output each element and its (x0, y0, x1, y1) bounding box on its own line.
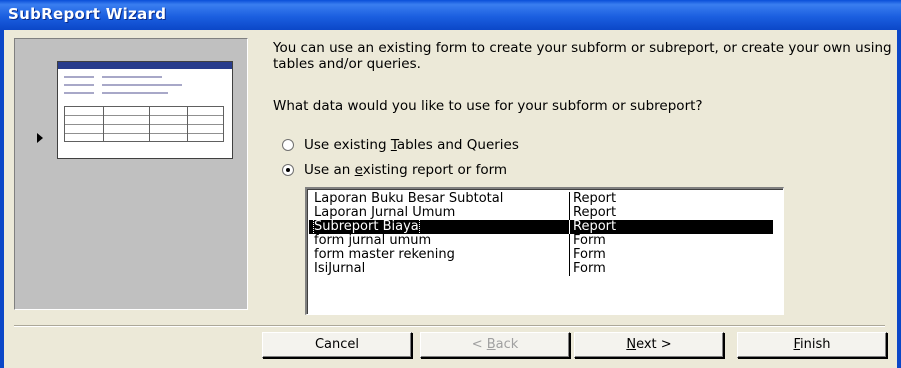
list-item-selected[interactable]: Subreport Biaya Report (309, 219, 773, 235)
list-item[interactable]: Laporan Jurnal Umum Report (309, 206, 773, 220)
preview-line (102, 92, 168, 94)
window-frame-right (897, 30, 901, 368)
radio-label: Use existing Tables and Queries (304, 137, 519, 153)
window-frame-left (0, 30, 4, 368)
preview-line (64, 84, 94, 86)
preview-header-bar (58, 62, 232, 69)
pointer-arrow-icon (37, 133, 43, 143)
preview-line (102, 76, 162, 78)
subreport-preview-icon (57, 61, 233, 159)
window-title: SubReport Wizard (8, 5, 167, 23)
radio-use-tables-queries[interactable]: Use existing Tables and Queries (282, 136, 519, 154)
data-question: What data would you like to use for your… (273, 98, 703, 114)
preview-grid (64, 106, 224, 142)
list-item[interactable]: IsiJurnal Form (309, 262, 773, 276)
back-button[interactable]: < Back (420, 332, 570, 358)
list-item[interactable]: form jurnal umum Form (309, 234, 773, 248)
radio-button-icon[interactable] (282, 139, 294, 151)
title-bar[interactable]: SubReport Wizard (0, 0, 901, 30)
preview-line (64, 76, 94, 78)
radio-label: Use an existing report or form (304, 162, 508, 178)
wizard-preview-panel (14, 38, 248, 310)
finish-button[interactable]: Finish (737, 332, 887, 358)
radio-use-existing-report-form[interactable]: Use an existing report or form (282, 161, 507, 179)
preview-line (102, 84, 182, 86)
list-item[interactable]: Laporan Buku Besar Subtotal Report (309, 192, 773, 206)
intro-text: You can use an existing form to create y… (273, 40, 892, 72)
list-item[interactable]: form master rekening Form (309, 248, 773, 262)
radio-button-checked-icon[interactable] (282, 164, 294, 176)
next-button[interactable]: Next > (574, 332, 724, 358)
forms-reports-listbox[interactable]: Laporan Buku Besar Subtotal Report Lapora… (305, 187, 784, 315)
cancel-button[interactable]: Cancel (262, 332, 412, 358)
button-divider (14, 325, 885, 327)
preview-line (64, 92, 94, 94)
